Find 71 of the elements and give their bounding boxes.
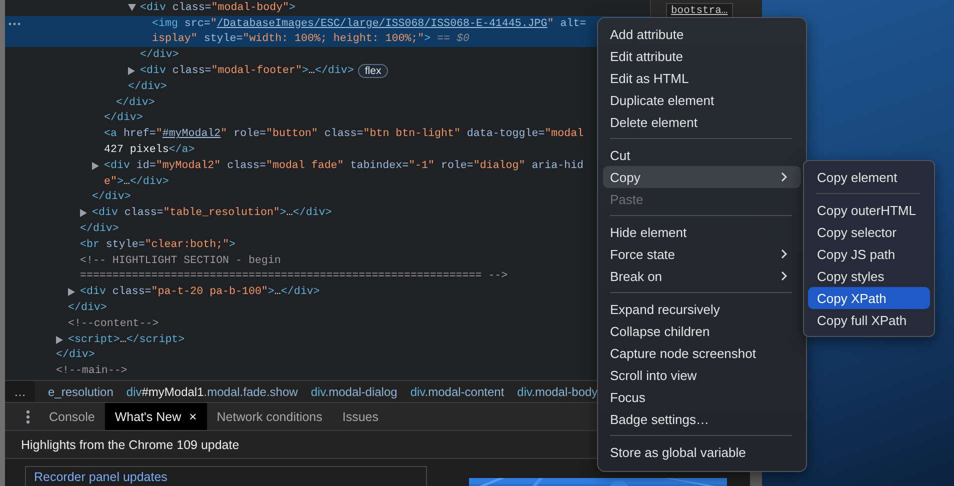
code-line[interactable]: <div class="pa-t-20 pa-b-100">…</div> (80, 286, 320, 298)
breadcrumb[interactable]: div.modal-dialog (310, 384, 398, 399)
menu-item[interactable]: Focus (603, 386, 801, 408)
flex-badge[interactable]: flex (358, 64, 388, 78)
menu-item[interactable]: Edit as HTML (603, 67, 801, 89)
code-line[interactable]: </div> (128, 80, 167, 93)
menu-item[interactable]: Copy styles (808, 265, 930, 287)
code-line[interactable]: <br style="clear:both;"> (80, 238, 236, 251)
code-line[interactable]: </div> (92, 191, 131, 204)
code-line[interactable]: <div class="modal-footer">…</div> (140, 65, 354, 78)
menu-item[interactable]: Force state (603, 243, 801, 265)
menu-item[interactable]: Copy (603, 166, 801, 188)
menu-item[interactable]: Expand recursively (603, 298, 801, 320)
card-title[interactable]: Recorder panel updates (34, 470, 168, 484)
menu-item[interactable]: Delete element (603, 111, 801, 133)
code-line[interactable]: <script>…</script> (68, 334, 185, 346)
breadcrumb[interactable]: div.modal-content (410, 384, 504, 399)
code-line[interactable]: </div> (104, 112, 143, 124)
menu-item[interactable]: Copy XPath (808, 287, 930, 309)
code-line[interactable]: </div> (116, 96, 155, 109)
code-line[interactable]: ============================================================== --> (80, 270, 508, 282)
link[interactable]: /DatabaseImages/ESC/large/ISS068/ISS068-E-41445.JPG (216, 18, 548, 30)
menu-item[interactable]: Copy element (808, 166, 930, 188)
menu-item[interactable]: Hide element (603, 221, 801, 243)
expand-arrow-icon[interactable] (128, 4, 136, 12)
menu-item[interactable]: Copy outerHTML (808, 199, 930, 221)
menu-item[interactable]: Duplicate element (603, 89, 801, 111)
code-line[interactable]: <div class="modal-body"> (140, 2, 296, 14)
code-line[interactable]: <a href="#myModal2" role="button" class="btn btn-light" data-toggle="modal (104, 128, 584, 140)
menu-item[interactable]: Copy selector (808, 221, 930, 243)
breadcrumb[interactable]: e_resolution (48, 384, 114, 399)
expand-arrow-icon[interactable] (56, 336, 63, 344)
menu-item[interactable]: Scroll into view (603, 364, 801, 386)
menu-item[interactable]: Break on (603, 265, 801, 287)
tab[interactable]: Issues (332, 403, 389, 430)
code-line[interactable]: </div> (140, 49, 179, 62)
menu-item[interactable]: Cut (603, 144, 801, 166)
tab[interactable]: Network conditions (206, 403, 332, 430)
code-line[interactable]: <!-- HIGHTLIGHT SECTION - begin (80, 254, 281, 267)
code-line[interactable]: 427 pixels</a> (104, 144, 195, 156)
code-line[interactable]: <img src="/DatabaseImages/ESC/large/ISS068/ISS068-E-41445.JPG" alt= (152, 18, 586, 30)
menu-item[interactable]: Store as global variable (603, 441, 801, 463)
code-line[interactable]: <!--content--> (68, 318, 159, 330)
code-line[interactable]: </div> (80, 223, 119, 236)
tab[interactable]: Console (39, 403, 105, 430)
tab[interactable]: What's New × (104, 403, 207, 430)
menu-item[interactable]: Copy JS path (808, 243, 930, 265)
close-button[interactable]: × (189, 409, 197, 424)
menu-item[interactable]: Copy full XPath (808, 309, 930, 331)
expand-arrow-icon[interactable] (128, 67, 135, 76)
more-icon[interactable] (26, 410, 30, 424)
menu-item[interactable]: Capture node screenshot (603, 342, 801, 364)
code-line[interactable]: <div class="table_resolution">…</div> (92, 207, 332, 220)
breadcrumb[interactable]: div#myModal1.modal.fade.show (126, 384, 298, 399)
more-button[interactable]: … (5, 381, 35, 402)
code-line[interactable]: <!--main--> (56, 365, 128, 378)
menu-item[interactable]: Edit attribute (603, 45, 801, 67)
expand-arrow-icon[interactable] (92, 162, 99, 170)
breadcrumb[interactable]: div.modal-body (517, 384, 598, 399)
code-line[interactable]: isplay" style="width: 100%; height: 100%;"> == $0 (152, 33, 470, 46)
menu-item[interactable]: Collapse children (603, 320, 801, 342)
menu-item[interactable]: Badge settings… (603, 408, 801, 430)
code-line[interactable]: <div id="myModal2" class="modal fade" tabindex="-1" role="dialog" aria-hid (104, 160, 584, 172)
code-line[interactable]: </div> (56, 349, 95, 362)
panel-heading: Highlights from the Chrome 109 update (21, 438, 240, 452)
link[interactable]: #myModal2 (162, 128, 221, 140)
more-icon[interactable] (8, 22, 21, 26)
code-line[interactable]: e">…</div> (104, 176, 169, 188)
code-line[interactable]: </div> (68, 302, 107, 314)
expand-arrow-icon[interactable] (80, 209, 87, 218)
expand-arrow-icon[interactable] (68, 288, 75, 296)
